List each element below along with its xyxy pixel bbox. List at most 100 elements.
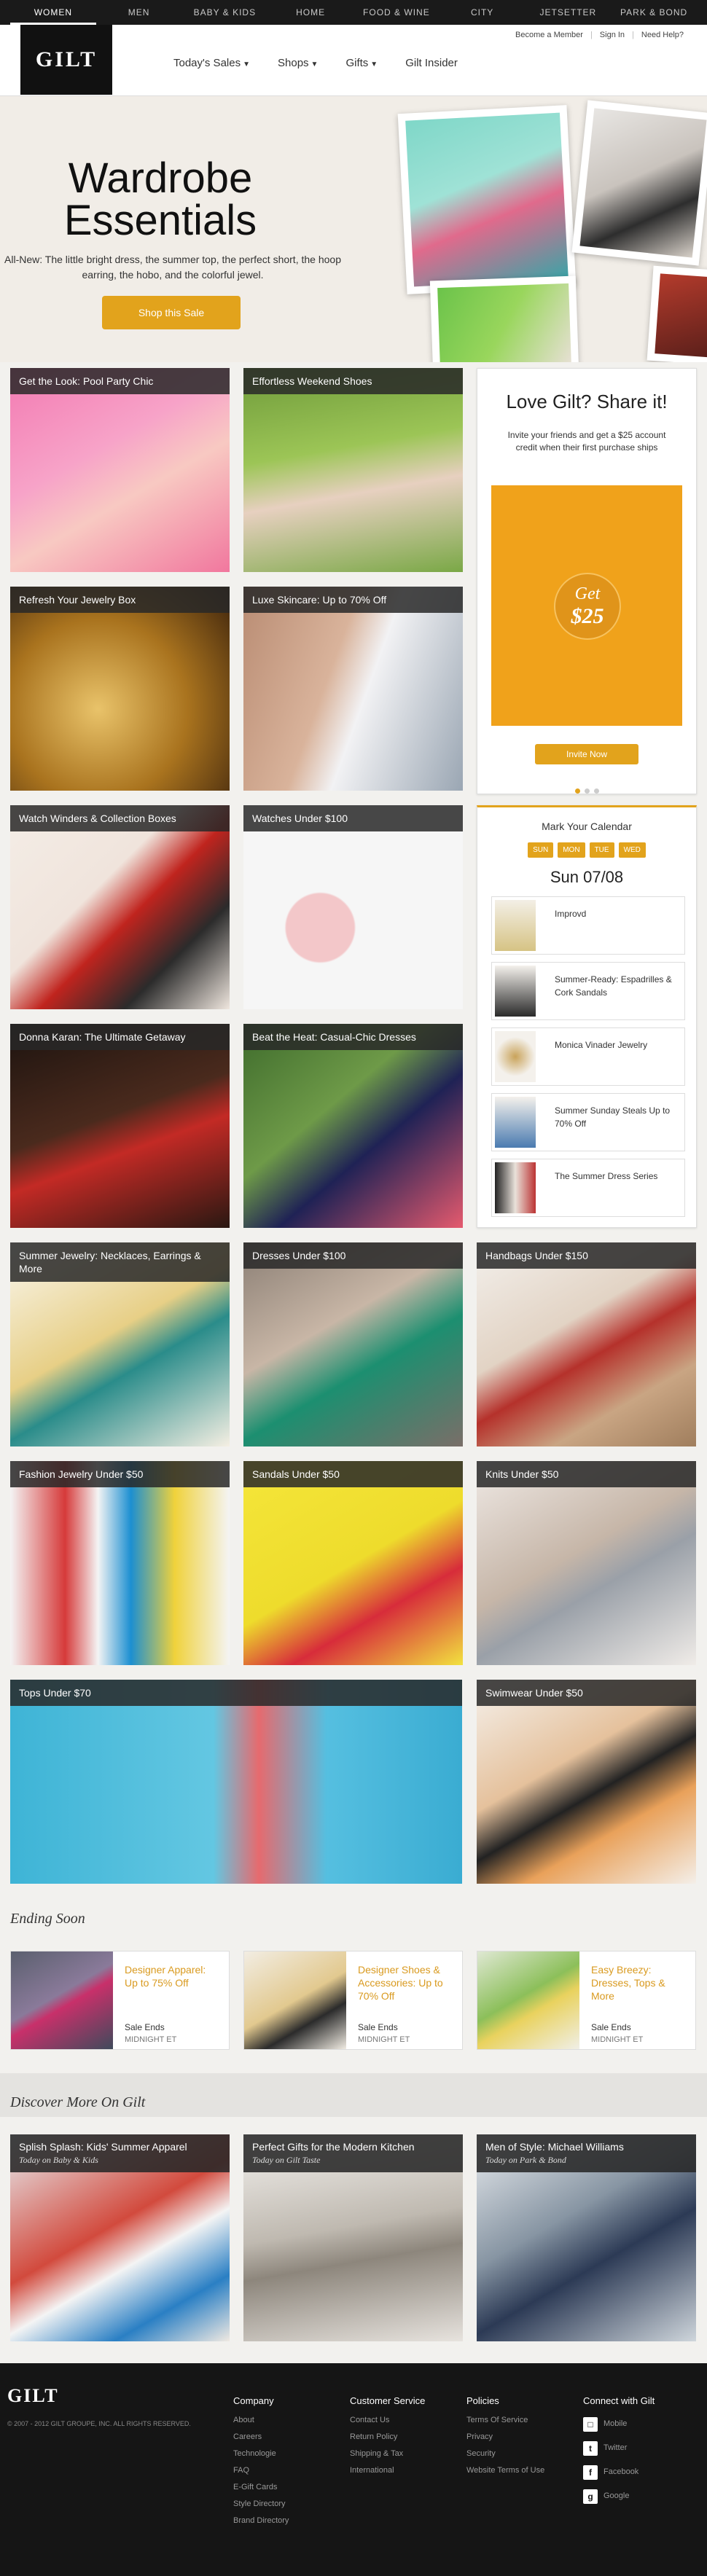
sale-tile[interactable]: Handbags Under $150 — [477, 1242, 696, 1446]
discover-card[interactable]: Men of Style: Michael Williams Today on P… — [477, 2134, 696, 2341]
sale-tile[interactable]: Watches Under $100 — [243, 805, 463, 1009]
google-icon: g — [583, 2489, 598, 2504]
footer-link[interactable]: E-Gift Cards — [233, 2479, 289, 2496]
carousel-dot[interactable] — [584, 788, 590, 794]
sale-tile[interactable]: Dresses Under $100 — [243, 1242, 463, 1446]
share-promo-image[interactable]: Get $25 — [491, 485, 682, 726]
sign-in-link[interactable]: Sign In — [600, 31, 625, 39]
footer-link[interactable]: Technologie — [233, 2446, 289, 2462]
footer-link[interactable]: International — [350, 2462, 425, 2479]
discover-card[interactable]: Splish Splash: Kids' Summer Apparel Today… — [10, 2134, 230, 2341]
tab-city[interactable]: CITY — [440, 0, 526, 25]
need-help-link[interactable]: Need Help? — [641, 31, 684, 39]
become-member-link[interactable]: Become a Member — [515, 31, 583, 39]
tile-label: Donna Karan: The Ultimate Getaway — [10, 1024, 230, 1050]
day-tab[interactable]: TUE — [589, 842, 614, 858]
footer-logo[interactable]: GILT — [7, 2385, 59, 2407]
nav-gifts[interactable]: Gifts ▼ — [345, 57, 378, 69]
sale-tile[interactable]: Summer Jewelry: Necklaces, Earrings & Mo… — [10, 1242, 230, 1446]
tab-jetsetter[interactable]: JETSETTER — [526, 0, 612, 25]
tile-label: Handbags Under $150 — [477, 1242, 696, 1269]
sale-tile[interactable]: Swimwear Under $50 — [477, 1680, 696, 1884]
social-label: Google — [604, 2491, 630, 2500]
sale-tile[interactable]: Sandals Under $50 — [243, 1461, 463, 1665]
hero-title: Wardrobe Essentials — [0, 157, 321, 242]
tile-label: Knits Under $50 — [477, 1461, 696, 1487]
sale-ends-time: MIDNIGHT ET — [125, 2035, 177, 2044]
event-thumbnail — [495, 966, 536, 1017]
ending-soon-card[interactable]: Designer Shoes & Accessories: Up to 70% … — [243, 1951, 463, 2050]
tile-image — [10, 805, 230, 1009]
footer-link[interactable]: Careers — [233, 2429, 289, 2446]
carousel-dots — [477, 784, 696, 797]
nav-shops[interactable]: Shops ▼ — [278, 57, 318, 69]
footer-heading: Policies — [466, 2395, 499, 2406]
nav-todays-sales[interactable]: Today's Sales ▼ — [173, 57, 250, 69]
footer-link[interactable]: Return Policy — [350, 2429, 425, 2446]
footer-link[interactable]: Shipping & Tax — [350, 2446, 425, 2462]
footer-company: Company About Careers Technologie FAQ E-… — [233, 2392, 289, 2529]
social-mobile[interactable]: □ Mobile — [583, 2412, 655, 2436]
footer-link[interactable]: Website Terms of Use — [466, 2462, 544, 2479]
sale-tile[interactable]: Watch Winders & Collection Boxes — [10, 805, 230, 1009]
carousel-dot[interactable] — [574, 788, 580, 794]
social-twitter[interactable]: t Twitter — [583, 2436, 655, 2460]
tab-baby-kids[interactable]: BABY & KIDS — [182, 0, 268, 25]
shop-this-sale-button[interactable]: Shop this Sale — [102, 296, 241, 329]
calendar-event[interactable]: Summer Sunday Steals Up to 70% Off — [491, 1093, 685, 1151]
tab-food-wine[interactable]: FOOD & WINE — [354, 0, 440, 25]
sale-tile[interactable]: Luxe Skincare: Up to 70% Off — [243, 587, 463, 791]
day-tab[interactable]: WED — [618, 842, 646, 858]
discover-card[interactable]: Perfect Gifts for the Modern Kitchen Toda… — [243, 2134, 463, 2341]
sale-tile[interactable]: Tops Under $70 — [10, 1680, 462, 1884]
footer-link[interactable]: Style Directory — [233, 2496, 289, 2513]
footer-link[interactable]: Privacy — [466, 2429, 544, 2446]
ending-soon-card[interactable]: Designer Apparel: Up to 75% Off Sale End… — [10, 1951, 230, 2050]
sale-tile[interactable]: Fashion Jewelry Under $50 — [10, 1461, 230, 1665]
social-google[interactable]: g Google — [583, 2484, 655, 2508]
calendar-event[interactable]: Improvd — [491, 896, 685, 955]
calendar-event[interactable]: Monica Vinader Jewelry — [491, 1027, 685, 1086]
tile-label: Tops Under $70 — [10, 1680, 462, 1706]
footer-link[interactable]: Terms Of Service — [466, 2412, 544, 2429]
hero-photo — [397, 105, 577, 294]
footer-link[interactable]: Security — [466, 2446, 544, 2462]
sale-tile[interactable]: Knits Under $50 — [477, 1461, 696, 1665]
social-facebook[interactable]: f Facebook — [583, 2460, 655, 2484]
tile-label: Beat the Heat: Casual-Chic Dresses — [243, 1024, 463, 1050]
share-title: Love Gilt? Share it! — [506, 391, 668, 412]
sale-tile[interactable]: Donna Karan: The Ultimate Getaway — [10, 1024, 230, 1228]
sale-tile[interactable]: Effortless Weekend Shoes — [243, 368, 463, 572]
discover-heading: Discover More On Gilt — [10, 2094, 146, 2110]
badge-line: Get — [574, 584, 601, 603]
discover-title: Splish Splash: Kids' Summer Apparel — [19, 2141, 187, 2153]
footer-link[interactable]: Contact Us — [350, 2412, 425, 2429]
tab-women[interactable]: WOMEN — [10, 0, 96, 25]
gilt-logo[interactable]: GILT — [20, 25, 112, 95]
day-tab[interactable]: MON — [558, 842, 585, 858]
carousel-dot[interactable] — [593, 788, 599, 794]
footer-link[interactable]: About — [233, 2412, 289, 2429]
ending-soon-heading: Ending Soon — [10, 1911, 85, 1927]
sale-tile[interactable]: Beat the Heat: Casual-Chic Dresses — [243, 1024, 463, 1228]
footer-link[interactable]: Brand Directory — [233, 2513, 289, 2529]
utility-links: Become a Member | Sign In | Need Help? — [515, 31, 684, 39]
ending-soon-card[interactable]: Easy Breezy: Dresses, Tops & More Sale E… — [477, 1951, 696, 2050]
tab-park-bond[interactable]: PARK & BOND — [611, 0, 697, 25]
sale-tile[interactable]: Refresh Your Jewelry Box — [10, 587, 230, 791]
calendar-event[interactable]: Summer-Ready: Espadrilles & Cork Sandals — [491, 962, 685, 1020]
tab-men[interactable]: MEN — [96, 0, 182, 25]
calendar-event[interactable]: The Summer Dress Series — [491, 1159, 685, 1217]
footer-link[interactable]: FAQ — [233, 2462, 289, 2479]
tile-label: Get the Look: Pool Party Chic — [10, 368, 230, 394]
invite-now-button[interactable]: Invite Now — [535, 744, 638, 764]
tile-label: Summer Jewelry: Necklaces, Earrings & Mo… — [10, 1242, 230, 1282]
tile-image — [10, 1680, 462, 1884]
tab-home[interactable]: HOME — [267, 0, 354, 25]
nav-gilt-insider[interactable]: Gilt Insider — [405, 57, 458, 69]
sale-tile[interactable]: Get the Look: Pool Party Chic — [10, 368, 230, 572]
day-tab[interactable]: SUN — [528, 842, 554, 858]
share-gilt-panel: Love Gilt? Share it! Invite your friends… — [477, 368, 697, 794]
footer-heading: Company — [233, 2395, 274, 2406]
hero-banner[interactable]: Wardrobe Essentials All-New: The little b… — [0, 96, 707, 362]
